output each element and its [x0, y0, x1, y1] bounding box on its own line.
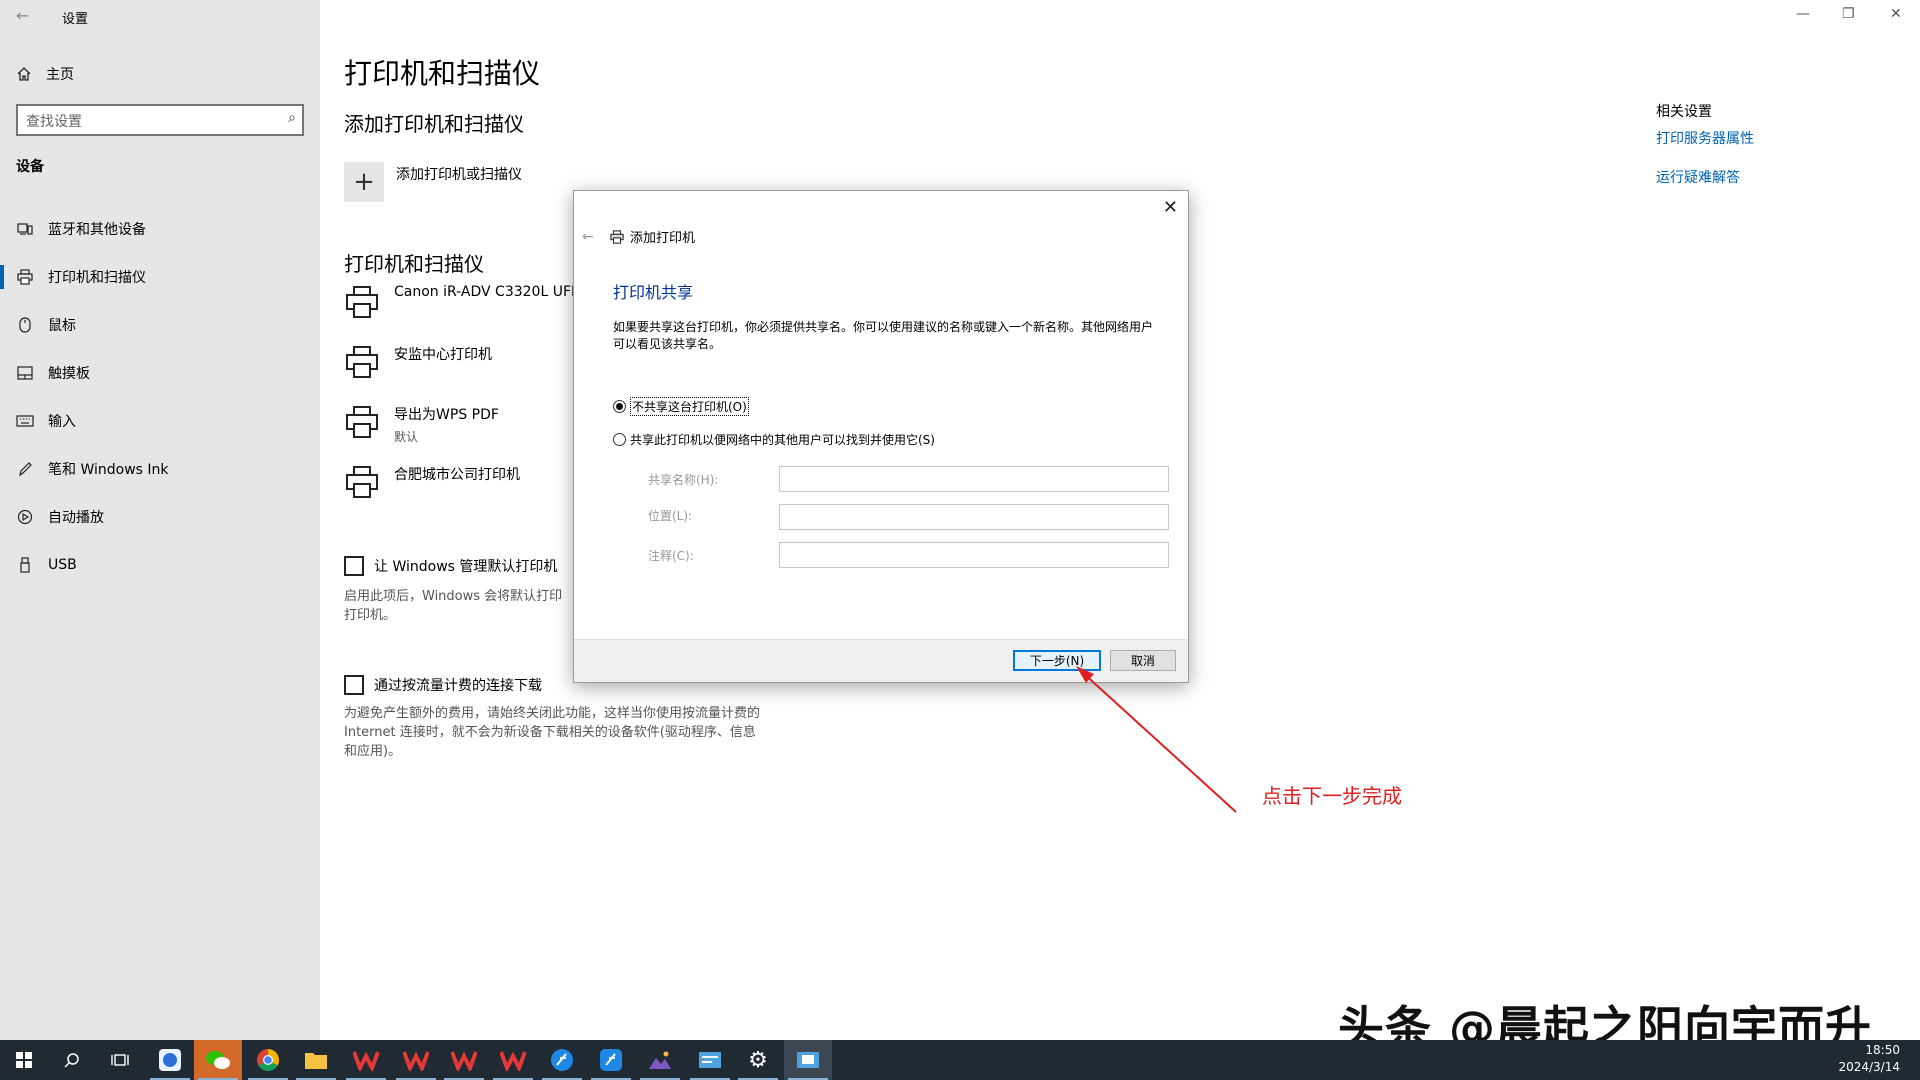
taskbar-app-control-panel[interactable] [686, 1040, 734, 1080]
search-taskbar-button[interactable] [48, 1040, 96, 1080]
wps-icon [403, 1051, 429, 1071]
taskbar-app-wps-4[interactable] [489, 1040, 537, 1080]
chat-app-icon [159, 1049, 181, 1071]
chrome-icon [257, 1049, 279, 1071]
start-button[interactable] [0, 1040, 48, 1080]
wps-icon [500, 1051, 526, 1071]
clock-time: 18:50 [1865, 1043, 1900, 1057]
gear-icon: ⚙ [748, 1047, 768, 1073]
system-clock[interactable]: 18:50 2024/3/14 [1838, 1042, 1900, 1076]
taskbar-app-printer-wizard[interactable] [784, 1040, 832, 1080]
taskbar-app-settings[interactable]: ⚙ [734, 1040, 782, 1080]
wechat-icon [206, 1051, 230, 1069]
task-view-icon [111, 1054, 129, 1066]
app-icon [551, 1049, 573, 1071]
task-view-button[interactable] [96, 1040, 144, 1080]
control-panel-icon [699, 1052, 721, 1068]
search-icon [64, 1053, 79, 1068]
folder-icon [305, 1053, 327, 1069]
taskbar-app-wps-2[interactable] [392, 1040, 440, 1080]
annotation-text: 点击下一步完成 [1262, 784, 1402, 808]
taskbar-app-feishu-1[interactable] [538, 1040, 586, 1080]
taskbar: ⚙ 18:50 2024/3/14 [0, 1040, 1920, 1080]
taskbar-app-photos[interactable] [636, 1040, 684, 1080]
app-icon [600, 1049, 622, 1071]
annotation-arrow [1076, 666, 1237, 813]
wps-icon [353, 1051, 379, 1071]
wps-icon [451, 1051, 477, 1071]
taskbar-app-explorer[interactable] [292, 1040, 340, 1080]
photos-icon [649, 1051, 671, 1069]
printer-wizard-icon [797, 1052, 819, 1068]
taskbar-app-wps-3[interactable] [440, 1040, 488, 1080]
taskbar-app-wechat[interactable] [194, 1040, 242, 1080]
windows-logo-icon [16, 1052, 32, 1068]
taskbar-app-chrome[interactable] [244, 1040, 292, 1080]
clock-date: 2024/3/14 [1838, 1060, 1900, 1074]
taskbar-app-qq[interactable] [146, 1040, 194, 1080]
taskbar-app-wps-1[interactable] [342, 1040, 390, 1080]
taskbar-app-feishu-2[interactable] [587, 1040, 635, 1080]
